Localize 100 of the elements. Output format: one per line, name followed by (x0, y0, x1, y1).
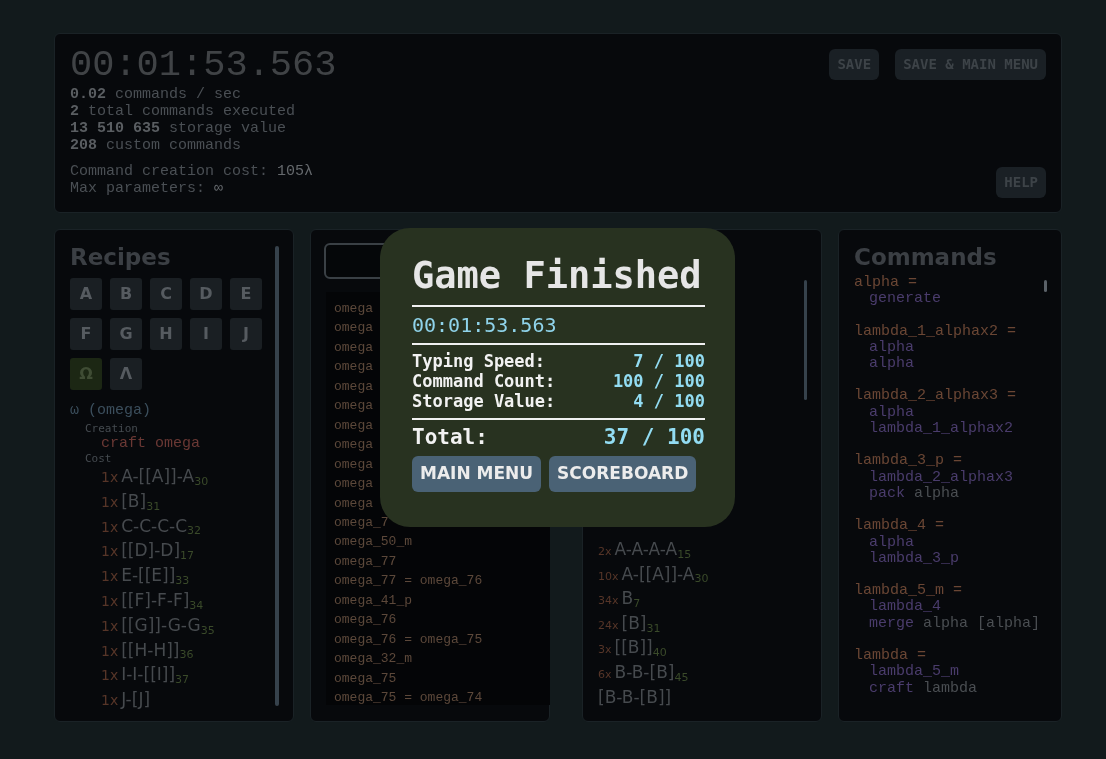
stat-label: custom commands (106, 137, 242, 154)
scrollbar[interactable] (804, 280, 807, 400)
recipe-formula: A-[[A]]-A$_{30}$ (121, 465, 209, 487)
letter-tab[interactable]: C (150, 278, 182, 310)
log-line: omega_32_m (334, 650, 412, 669)
section-label: Creation (85, 423, 138, 435)
log-line: omega (334, 377, 373, 396)
dialog-title: Game Finished (412, 256, 703, 296)
command-step: alpha (869, 356, 914, 373)
score-label: Typing Speed: (412, 351, 546, 371)
recipe-formula: A-A-A-A$_{15}$ (614, 538, 692, 560)
score-label: Storage Value: (412, 391, 556, 411)
log-line: omega (334, 436, 373, 455)
recipe-formula: J-[J] (121, 688, 151, 711)
recipe-formula: [[B]]$_{40}$ (614, 636, 667, 659)
scrollbar[interactable] (275, 246, 279, 706)
recipe-formula: [[H-H]]$_{36}$ (121, 638, 194, 661)
item-count: 1x (101, 691, 119, 711)
recipe-heading: ω (omega) (70, 402, 152, 420)
score-label: Command Count: (412, 371, 556, 391)
command-step: lambda_5_m (869, 664, 959, 681)
section-label: Cost (85, 453, 112, 465)
command-step: alpha (869, 404, 914, 422)
command-name: alpha = (854, 275, 917, 292)
letter-tab[interactable]: B (110, 278, 142, 310)
recipe-formula: I-I-[[I]]$_{37}$ (121, 663, 190, 686)
log-line: omega_77 (334, 552, 397, 571)
item-count: 3x (598, 642, 612, 659)
command-step: lambda_2_alphax3 (869, 469, 1014, 486)
dialog-button[interactable]: SCOREBOARD (549, 456, 697, 492)
item-count: 1x (101, 492, 119, 512)
command-name: lambda_2_alphax3 = (854, 388, 1017, 405)
command-name: lambda_5_m = (854, 583, 963, 600)
setting-label: Max parameters: (70, 180, 206, 197)
letter-tab[interactable]: F (70, 318, 102, 350)
setting-value: 105λ (277, 163, 314, 180)
log-line: omega (334, 358, 373, 377)
item-count: 34x (598, 593, 619, 610)
recipe-formula: A-[[A]]-A$_{30}$ (621, 562, 709, 585)
command-step: lambda_3_p (869, 550, 959, 568)
stat-value: 0.02 (70, 86, 106, 103)
command-step: alpha (869, 534, 914, 551)
scrollbar[interactable] (1044, 280, 1047, 292)
stat-label: commands / sec (115, 86, 242, 103)
item-count: 10x (598, 568, 619, 585)
letter-tab[interactable]: I (190, 318, 222, 350)
command-step: pack alpha (869, 485, 960, 503)
command-name: lambda_4 = (854, 518, 944, 535)
score-value: 7 / 100 (633, 351, 705, 371)
stat-value: 13 510 635 (70, 120, 160, 137)
log-line: omega_75 (334, 669, 397, 688)
log-line: omega_77 = omega_76 (334, 572, 483, 591)
final-time: 00:01:53.563 (412, 312, 558, 339)
recipe-formula: [B]$_{31}$ (121, 489, 161, 512)
recipe-formula: B-B-[B]$_{45}$ (614, 660, 689, 683)
log-line: omega (334, 338, 373, 357)
command-step: alpha (869, 339, 914, 357)
recipe-formula: [[F]-F-F]$_{34}$ (121, 589, 204, 611)
command-step: merge alpha [alpha] (869, 615, 1041, 633)
log-line: omega_50_m (334, 533, 412, 552)
setting-value: ∞ (214, 180, 224, 197)
command-step: lambda_4 (869, 599, 941, 616)
item-count: 1x (101, 666, 119, 686)
score-value: 100 / 100 (612, 371, 705, 391)
item-count: 1x (101, 616, 119, 636)
item-count: 24x (598, 617, 619, 634)
item-count: 1x (101, 517, 119, 537)
log-line: omega_76 (334, 611, 397, 630)
item-count: 6x (598, 666, 612, 683)
letter-tab[interactable]: Λ (110, 358, 142, 390)
dialog-button[interactable]: MAIN MENU (412, 456, 542, 492)
letter-tab[interactable]: A (70, 278, 102, 310)
command-name: lambda_1_alphax2 = (854, 323, 1017, 340)
setting-label: Command creation cost: (70, 163, 269, 180)
letter-tab[interactable]: J (230, 318, 262, 350)
panel-title: Recipes (70, 243, 172, 272)
creation-command: craft omega (101, 435, 202, 453)
item-count: 1x (101, 542, 119, 562)
item-count: 1x (101, 641, 119, 661)
log-line: omega (334, 319, 373, 338)
item-count: 1x (101, 592, 119, 611)
stat-value: 208 (70, 137, 97, 154)
command-step: generate (869, 291, 941, 308)
elapsed-timer: 00:01:53.563 (70, 44, 337, 86)
log-line: omega_76 = omega_75 (334, 630, 483, 649)
recipe-formula: [[D]-D]$_{17}$ (121, 539, 195, 562)
log-line: omega (334, 416, 373, 435)
log-line: omega (334, 494, 373, 513)
recipe-formula: [[G]]-G-G$_{35}$ (121, 613, 215, 636)
score-value: 4 / 100 (633, 391, 705, 411)
letter-tab[interactable]: G (110, 318, 142, 350)
letter-tab[interactable]: D (190, 278, 222, 310)
panel-title: Commands (854, 243, 998, 272)
log-line: omega_75 = omega_74 (334, 689, 483, 705)
recipe-formula: C-C-C-C$_{32}$ (121, 514, 202, 537)
log-line: omega (334, 300, 373, 318)
stat-label: total commands executed (88, 103, 296, 120)
letter-tab[interactable]: H (150, 318, 182, 350)
letter-tab[interactable]: E (230, 278, 262, 310)
stat-label: storage value (169, 120, 287, 137)
